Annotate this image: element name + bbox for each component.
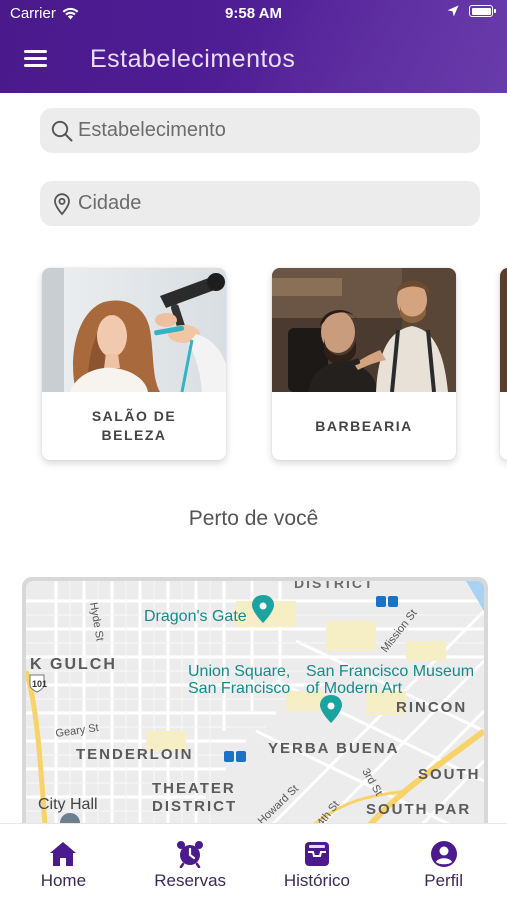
map-label-theater: THEATER [152, 780, 236, 797]
status-icons [447, 5, 496, 17]
header: Carrier 9:58 AM Estabelecimentos [0, 0, 507, 93]
category-label-beauty-salon: SALÃO DE BELEZA [91, 408, 177, 443]
city-search-input[interactable] [78, 192, 458, 215]
search-icon [51, 120, 73, 141]
map-label-district: DISTRICT [152, 798, 237, 815]
map-label-yerba-buena: YERBA BUENA [268, 740, 399, 757]
map-label-city-hall: City Hall [38, 796, 98, 813]
map-label-sfmoma-2: of Modern Art [306, 680, 403, 697]
status-bar: Carrier 9:58 AM [0, 0, 507, 26]
category-carousel[interactable]: SALÃO DE BELEZA BARBEARIA [0, 268, 507, 463]
beauty-salon-photo [42, 268, 226, 392]
category-card-barbershop[interactable]: BARBEARIA [272, 268, 456, 460]
map-canvas[interactable]: DISTRICT Dragon's Gate Hyde St Mission S… [26, 581, 484, 837]
map-label-sfmoma-1: San Francisco Museum [306, 663, 474, 680]
alarm-clock-icon [177, 841, 204, 868]
map-label-hwy-101: 101 [32, 679, 47, 689]
category-card-partial[interactable] [500, 268, 507, 460]
category-card-beauty-salon[interactable]: SALÃO DE BELEZA [42, 268, 226, 460]
tab-reservas[interactable]: Reservas [127, 824, 254, 900]
hamburger-menu-icon[interactable] [24, 50, 47, 68]
tab-historico-label: Histórico [283, 871, 350, 890]
battery-icon [469, 5, 496, 17]
category-label-barbershop: BARBEARIA [315, 417, 413, 434]
map-label-rincon: RINCON [396, 699, 467, 716]
tab-historico[interactable]: Histórico [254, 824, 381, 900]
map-label-district-top: DISTRICT [294, 581, 375, 591]
tab-home-label: Home [40, 871, 87, 890]
map-label-union-square-1: Union Square, [188, 663, 290, 680]
map-label-k-gulch: K GULCH [30, 656, 117, 673]
map[interactable]: DISTRICT Dragon's Gate Hyde St Mission S… [26, 581, 484, 837]
tab-perfil[interactable]: Perfil [380, 824, 507, 900]
location-arrow-icon [447, 5, 459, 17]
map-label-tenderloin: TENDERLOIN [76, 746, 194, 763]
clock: 9:58 AM [225, 5, 282, 22]
tab-bar: Home Reservas Histórico Perfil [0, 823, 507, 900]
tab-home[interactable]: Home [0, 824, 127, 900]
tab-perfil-label: Perfil [424, 871, 463, 890]
map-label-dragons-gate: Dragon's Gate [144, 608, 247, 625]
tab-reservas-label: Reservas [154, 871, 227, 890]
user-circle-icon [430, 841, 457, 867]
app-screen: Carrier 9:58 AM Estabelecimentos Estabel… [0, 0, 507, 900]
establishment-search-input[interactable] [78, 119, 458, 142]
location-pin-icon [54, 192, 70, 215]
map-label-south-park: SOUTH PAR [366, 801, 471, 818]
home-icon [50, 842, 77, 866]
map-label-union-square-2: San Francisco [188, 680, 290, 697]
category-photo-partial [500, 268, 507, 392]
barbershop-photo [272, 268, 456, 392]
city-search-field[interactable] [40, 181, 480, 226]
establishment-search-field[interactable] [40, 108, 480, 153]
map-container[interactable]: DISTRICT Dragon's Gate Hyde St Mission S… [22, 577, 488, 837]
map-label-south: SOUTH [418, 766, 481, 783]
page-title: Estabelecimentos [90, 45, 296, 73]
archive-box-icon [304, 842, 329, 866]
near-you-heading: Perto de você [188, 507, 319, 530]
